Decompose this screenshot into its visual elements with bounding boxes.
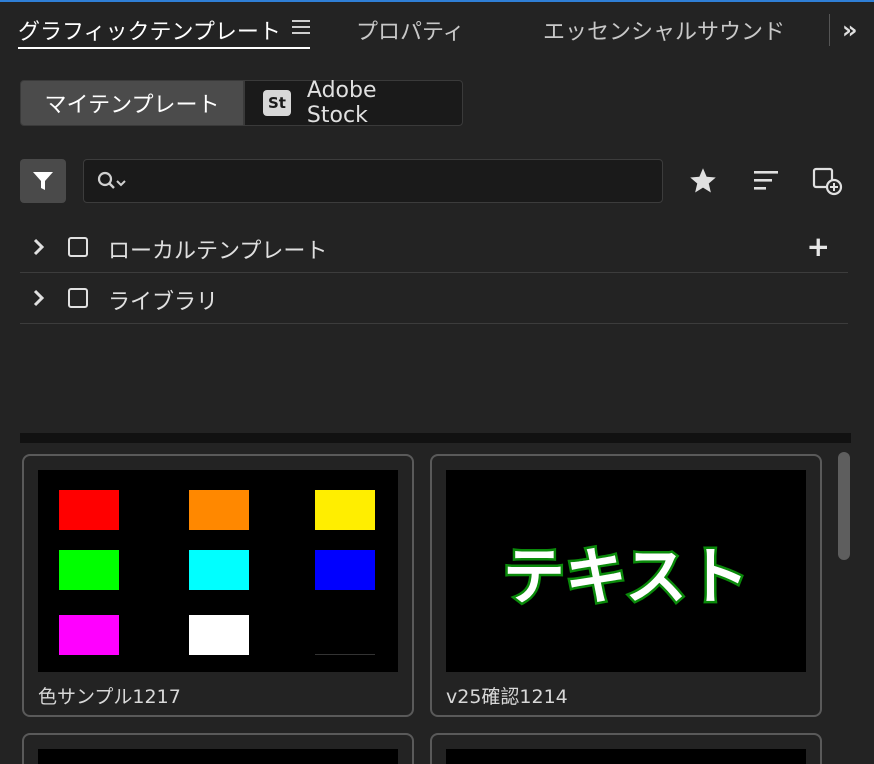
hamburger-icon[interactable] — [292, 20, 310, 38]
adobe-stock-label: Adobe Stock — [306, 78, 377, 128]
new-item-icon — [812, 167, 843, 196]
filter-funnel-icon — [33, 172, 53, 190]
color-swatch-magenta — [59, 615, 119, 655]
template-card-v25[interactable]: テキスト v25確認1214 — [430, 454, 822, 717]
tree-item-libraries[interactable]: ライブラリ — [20, 274, 848, 324]
scrollbar-thumb[interactable] — [838, 452, 850, 560]
tab-separator — [829, 14, 830, 46]
panel-tab-bar: グラフィックテンプレート プロパティ エッセンシャルサウンド » — [0, 2, 874, 54]
libraries-label: ライブラリ — [108, 290, 219, 315]
color-swatch-orange — [189, 490, 249, 530]
template-card-partial[interactable] — [430, 733, 822, 764]
favorites-button[interactable] — [687, 165, 719, 197]
adobe-stock-tab[interactable]: St Adobe Stock — [244, 78, 463, 128]
tab-properties[interactable]: プロパティ — [356, 14, 465, 46]
search-dropdown-icon[interactable] — [96, 170, 130, 192]
color-swatch-cyan — [189, 550, 249, 590]
template-thumbnail — [38, 470, 398, 672]
search-input[interactable] — [83, 159, 663, 203]
active-tab-indicator — [18, 47, 310, 49]
template-name: 色サンプル1217 — [38, 686, 181, 708]
color-swatch-yellow — [315, 490, 375, 530]
local-templates-checkbox[interactable] — [68, 237, 88, 257]
adobe-stock-icon: St — [263, 90, 291, 116]
filter-button[interactable] — [20, 159, 66, 203]
panel-divider[interactable] — [20, 433, 851, 443]
sort-lines-icon — [754, 171, 778, 190]
libraries-checkbox[interactable] — [68, 288, 88, 308]
double-chevron-right-icon[interactable]: » — [842, 16, 858, 44]
my-templates-tab[interactable]: マイテンプレート — [20, 80, 244, 126]
template-thumbnail — [38, 749, 398, 764]
sort-button[interactable] — [750, 165, 782, 197]
color-swatch-blue — [315, 550, 375, 590]
color-swatch-red — [59, 490, 119, 530]
template-source-switch: マイテンプレート St Adobe Stock — [20, 78, 463, 128]
tree-item-local-templates[interactable]: ローカルテンプレート + — [20, 223, 848, 273]
plus-icon[interactable]: + — [807, 233, 830, 261]
new-item-button[interactable] — [812, 165, 844, 197]
preview-text: テキスト — [503, 540, 749, 613]
template-card-color-sample[interactable]: 色サンプル1217 — [22, 454, 414, 717]
preview-text-graphic: テキスト — [500, 538, 751, 616]
black-swatch-edge — [315, 654, 375, 655]
color-swatch-black — [315, 615, 375, 655]
color-swatch-white — [189, 615, 249, 655]
color-swatch-green — [59, 550, 119, 590]
tab-essential-sound[interactable]: エッセンシャルサウンド — [543, 14, 785, 46]
chevron-right-icon[interactable] — [32, 288, 46, 308]
template-card-partial[interactable] — [22, 733, 414, 764]
star-icon — [690, 168, 716, 193]
my-templates-label: マイテンプレート — [44, 93, 220, 118]
template-thumbnail: テキスト — [446, 470, 806, 672]
essential-graphics-panel: グラフィックテンプレート プロパティ エッセンシャルサウンド » マイテンプレー… — [0, 0, 874, 764]
chevron-right-icon[interactable] — [32, 237, 46, 257]
template-thumbnail — [446, 749, 806, 764]
local-templates-label: ローカルテンプレート — [108, 239, 328, 264]
template-name: v25確認1214 — [446, 686, 568, 708]
tab-graphic-templates[interactable]: グラフィックテンプレート — [18, 14, 288, 46]
